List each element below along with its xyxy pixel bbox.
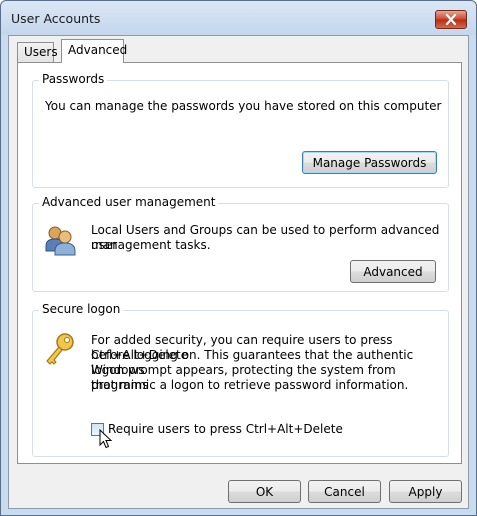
advanced-user-management-description-line2: management tasks.	[91, 238, 211, 252]
secure-logon-label: Secure logon	[39, 302, 124, 316]
passwords-group: Passwords You can manage the passwords y…	[32, 72, 449, 188]
dialog-client-area: Users Advanced Passwords You can manage …	[8, 35, 469, 509]
user-accounts-window: User Accounts Users Advanced Passwords Y…	[0, 0, 477, 516]
close-button[interactable]	[435, 10, 467, 29]
ok-button[interactable]: OK	[228, 480, 301, 503]
passwords-description: You can manage the passwords you have st…	[45, 99, 442, 113]
close-icon	[445, 14, 457, 25]
secure-logon-group: Secure logon For added security, you can…	[32, 302, 449, 457]
key-icon	[46, 333, 74, 365]
window-title: User Accounts	[11, 11, 101, 26]
tab-advanced[interactable]: Advanced	[61, 39, 127, 63]
manage-passwords-button[interactable]: Manage Passwords	[302, 151, 437, 174]
tab-users[interactable]: Users	[17, 42, 58, 62]
advanced-button[interactable]: Advanced	[350, 260, 436, 283]
secure-logon-description-line4: that mimic a logon to retrieve password …	[91, 378, 409, 392]
title-bar[interactable]: User Accounts	[1, 1, 476, 35]
apply-button[interactable]: Apply	[389, 480, 462, 503]
users-group-icon	[45, 226, 76, 256]
advanced-user-management-label: Advanced user management	[39, 195, 219, 209]
cancel-button[interactable]: Cancel	[308, 480, 381, 503]
mouse-pointer-icon	[99, 429, 112, 449]
advanced-tab-panel: Passwords You can manage the passwords y…	[17, 62, 462, 464]
passwords-group-label: Passwords	[39, 72, 108, 86]
advanced-user-management-group: Advanced user management Local Users and…	[32, 195, 449, 292]
ctrl-alt-delete-checkbox-label[interactable]: Require users to press Ctrl+Alt+Delete	[108, 422, 343, 436]
